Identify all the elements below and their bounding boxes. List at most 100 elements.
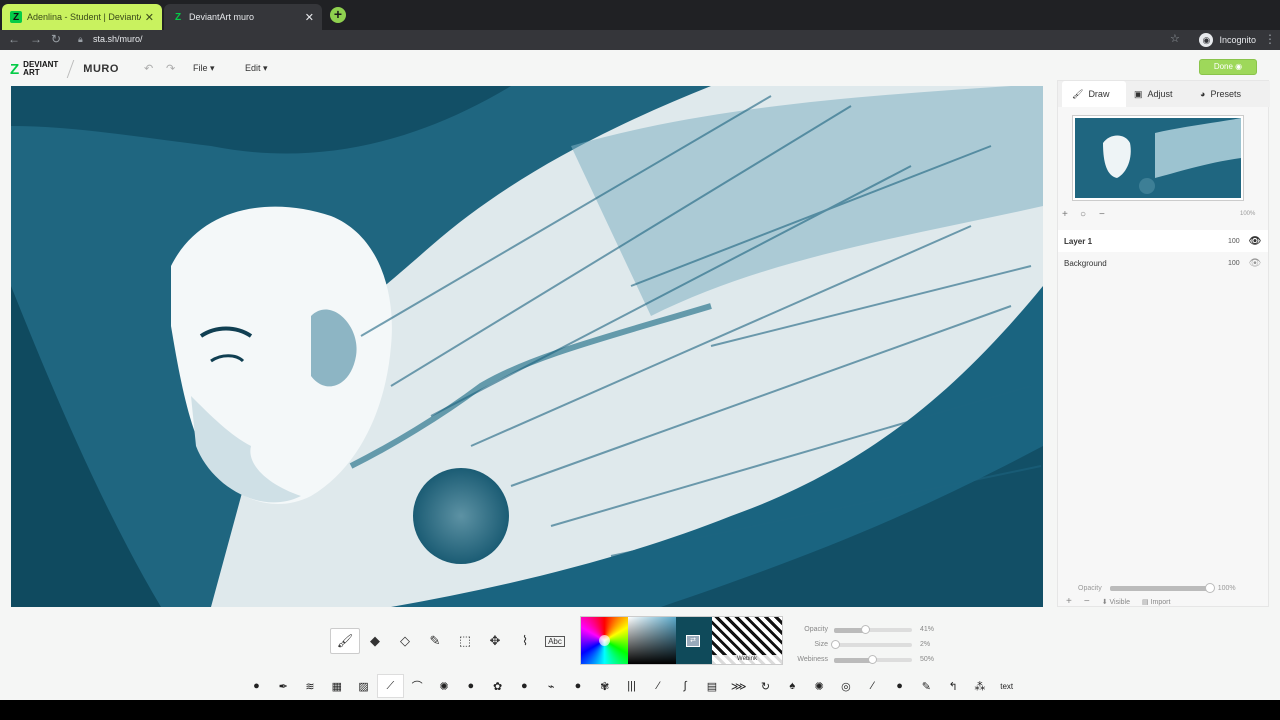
brush-size-slider[interactable] — [830, 639, 912, 649]
brush-preset-icon[interactable]: ✿ — [484, 674, 511, 698]
brush-preset-icon[interactable]: ✎ — [913, 674, 940, 698]
close-tab-icon[interactable]: ✕ — [305, 11, 314, 24]
drawing-canvas[interactable] — [11, 86, 1043, 607]
smudge-tool-icon[interactable]: ⌇ — [510, 628, 540, 654]
layer-opacity: 100 — [1228, 237, 1240, 245]
close-tab-icon[interactable]: ✕ — [145, 11, 154, 24]
right-panel: 🖌︎ Draw ▣ Adjust ◕ Presets + ○ − 100% Layer… — [1057, 80, 1270, 607]
brush-size-row: Size 2% — [790, 637, 942, 652]
brush-preset-icon[interactable]: ⌁ — [538, 674, 565, 698]
layer-item[interactable]: Layer 1 100 👁︎ — [1058, 230, 1268, 252]
swap-color-icon[interactable]: ⇄ — [686, 635, 700, 647]
deviantart-muro-logo: Z DEVIANT ART MURO — [10, 60, 119, 78]
brush-preset-icon[interactable]: ● — [457, 674, 484, 698]
redo-icon[interactable]: ↷ — [166, 62, 175, 75]
logo-text: DEVIANT ART — [23, 61, 58, 77]
brush-preset-icon[interactable]: ● — [565, 674, 592, 698]
current-color-swatch[interactable]: ⇄ — [676, 617, 712, 664]
done-button[interactable]: Done ◉ — [1199, 59, 1257, 75]
browser-menu-icon[interactable]: ⋮ — [1264, 32, 1276, 46]
browser-tab-bar: Z Adenlina - Student | DeviantArt ✕ Z De… — [0, 0, 1280, 30]
visible-button[interactable]: ⬇ Visible — [1102, 598, 1130, 606]
import-button[interactable]: ▤ Import — [1142, 598, 1170, 606]
brush-preset-icon[interactable]: ▤ — [699, 674, 726, 698]
eyedropper-tool-icon[interactable]: ✎ — [420, 628, 450, 654]
delete-layer-icon[interactable]: − — [1084, 596, 1090, 607]
incognito-indicator[interactable]: ◉ Incognito — [1199, 33, 1256, 47]
tab-deviantart-muro[interactable]: Z DeviantArt muro ✕ — [164, 4, 322, 30]
brush-preset-icon[interactable]: ◎ — [833, 674, 860, 698]
url-field[interactable]: sta.sh/muro/ — [93, 34, 143, 44]
brush-webiness-row: Webiness 50% — [790, 652, 942, 667]
back-icon[interactable]: ← — [8, 32, 20, 46]
edit-menu[interactable]: Edit ▾ — [245, 63, 268, 74]
brush-preset-icon[interactable]: ⁄ — [645, 674, 672, 698]
brush-webiness-slider[interactable] — [834, 654, 912, 664]
move-tool-icon[interactable]: ✥ — [480, 628, 510, 654]
tab-draw[interactable]: 🖌︎ Draw — [1062, 81, 1126, 107]
text-tool-icon[interactable]: Abc — [540, 628, 570, 654]
fill-tool-icon[interactable]: ◇ — [390, 628, 420, 654]
reload-icon[interactable]: ↻ — [51, 32, 61, 46]
brush-preset-icon[interactable]: ≋ — [297, 674, 324, 698]
new-tab-button[interactable]: + — [330, 7, 346, 23]
canvas-thumbnail[interactable] — [1072, 115, 1244, 201]
zoom-out-icon[interactable]: − — [1099, 209, 1105, 220]
bookmark-star-icon[interactable]: ☆ — [1170, 32, 1180, 45]
zoom-reset-icon[interactable]: ○ — [1080, 209, 1086, 220]
brush-preset-icon[interactable]: ✾ — [591, 674, 618, 698]
select-tool-icon[interactable]: ⬚ — [450, 628, 480, 654]
brush-preset-icon[interactable]: ∫ — [672, 674, 699, 698]
eye-icon[interactable]: 👁︎ — [1248, 236, 1262, 247]
add-layer-icon[interactable]: + — [1066, 596, 1072, 607]
slider-knob[interactable] — [860, 624, 870, 634]
screen-bottom — [0, 700, 1280, 720]
brush-texture[interactable]: Webink — [712, 617, 782, 664]
tab-presets[interactable]: ◕ Presets — [1200, 81, 1241, 107]
deviantart-logo-icon: Z — [10, 60, 20, 78]
setting-label: Size — [814, 641, 828, 648]
brush-preset-icon[interactable]: ♠ — [779, 674, 806, 698]
setting-value: 2% — [920, 641, 931, 648]
brush-preset-icon[interactable]: ↰ — [940, 674, 967, 698]
layer-item[interactable]: Background 100 👁︎ — [1058, 252, 1268, 274]
brush-preset-icon[interactable]: ⁂ — [967, 674, 994, 698]
eraser-tool-icon[interactable]: ◆ — [360, 628, 390, 654]
layer-opacity: 100 — [1228, 259, 1240, 267]
brush-preset-icon[interactable]: ✺ — [806, 674, 833, 698]
brush-preset-icon[interactable]: ↻ — [752, 674, 779, 698]
file-menu[interactable]: File ▾ — [193, 63, 215, 74]
brush-tool-icon[interactable]: 🖌︎ — [330, 628, 360, 654]
undo-icon[interactable]: ↶ — [144, 62, 153, 75]
text-brush-preset[interactable]: text — [993, 674, 1020, 698]
color-wheel[interactable] — [581, 617, 628, 664]
forward-icon[interactable]: → — [30, 32, 42, 46]
brush-preset-icon[interactable]: ✺ — [431, 674, 458, 698]
brush-preset-icon[interactable]: ⁄ — [859, 674, 886, 698]
shade-picker[interactable] — [628, 617, 676, 664]
zoom-in-icon[interactable]: + — [1062, 209, 1068, 220]
brush-preset-icon[interactable]: ▨ — [350, 674, 377, 698]
slider-knob[interactable] — [830, 639, 840, 649]
layer-opacity-slider[interactable] — [1109, 583, 1215, 593]
brush-preset-icon[interactable]: ● — [243, 674, 270, 698]
brush-preset-icon[interactable]: ✒ — [270, 674, 297, 698]
thumbnail-image — [1075, 118, 1241, 198]
brush-preset-icon[interactable]: ⟋ — [376, 674, 404, 698]
panel-tabs: 🖌︎ Draw ▣ Adjust ◕ Presets — [1058, 81, 1270, 107]
slider-knob[interactable] — [1204, 583, 1215, 593]
layer-opacity-control: Opacity 100% — [1078, 583, 1236, 593]
brush-preset-icon[interactable]: ● — [886, 674, 913, 698]
edit-menu-label: Edit — [245, 63, 261, 73]
brush-opacity-slider[interactable] — [834, 624, 912, 634]
tab-deviantart-profile[interactable]: Z Adenlina - Student | DeviantArt ✕ — [2, 4, 162, 30]
brush-preset-icon[interactable]: ⌒ — [404, 674, 431, 698]
slider-knob[interactable] — [868, 654, 877, 664]
brush-preset-icon[interactable]: ⋙ — [725, 674, 752, 698]
eye-icon[interactable]: 👁︎ — [1248, 258, 1262, 269]
brush-preset-icon[interactable]: ▦ — [323, 674, 350, 698]
tab-adjust[interactable]: ▣ Adjust — [1132, 81, 1173, 107]
brush-preset-icon[interactable]: ● — [511, 674, 538, 698]
brush-preset-icon[interactable]: ||| — [618, 674, 645, 698]
address-bar: ← → ↻ 🔒︎ sta.sh/muro/ ☆ ◉ Incognito ⋮ — [0, 30, 1280, 50]
